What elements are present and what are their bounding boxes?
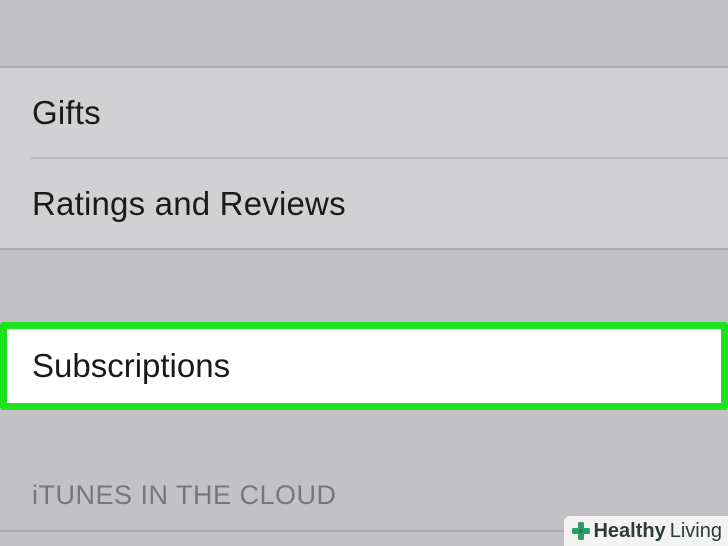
- watermark-brand-light: Living: [669, 519, 722, 542]
- watermark: Healthy Living: [564, 516, 728, 546]
- section-header-itunes-in-the-cloud: iTUNES IN THE CLOUD: [32, 480, 337, 510]
- medical-cross-icon: [572, 522, 591, 540]
- gifts-label: Gifts: [32, 94, 101, 131]
- settings-group: Gifts Ratings and Reviews: [0, 68, 728, 250]
- watermark-brand-bold: Healthy: [593, 519, 666, 542]
- settings-screen: Gifts Ratings and Reviews Subscriptions …: [0, 0, 728, 546]
- gifts-row[interactable]: Gifts: [0, 68, 728, 158]
- subscriptions-label: Subscriptions: [32, 347, 231, 384]
- ratings-and-reviews-row[interactable]: Ratings and Reviews: [0, 159, 728, 249]
- ratings-and-reviews-label: Ratings and Reviews: [32, 185, 346, 222]
- group-bottom-divider: [0, 248, 728, 250]
- subscriptions-row[interactable]: Subscriptions: [0, 322, 728, 410]
